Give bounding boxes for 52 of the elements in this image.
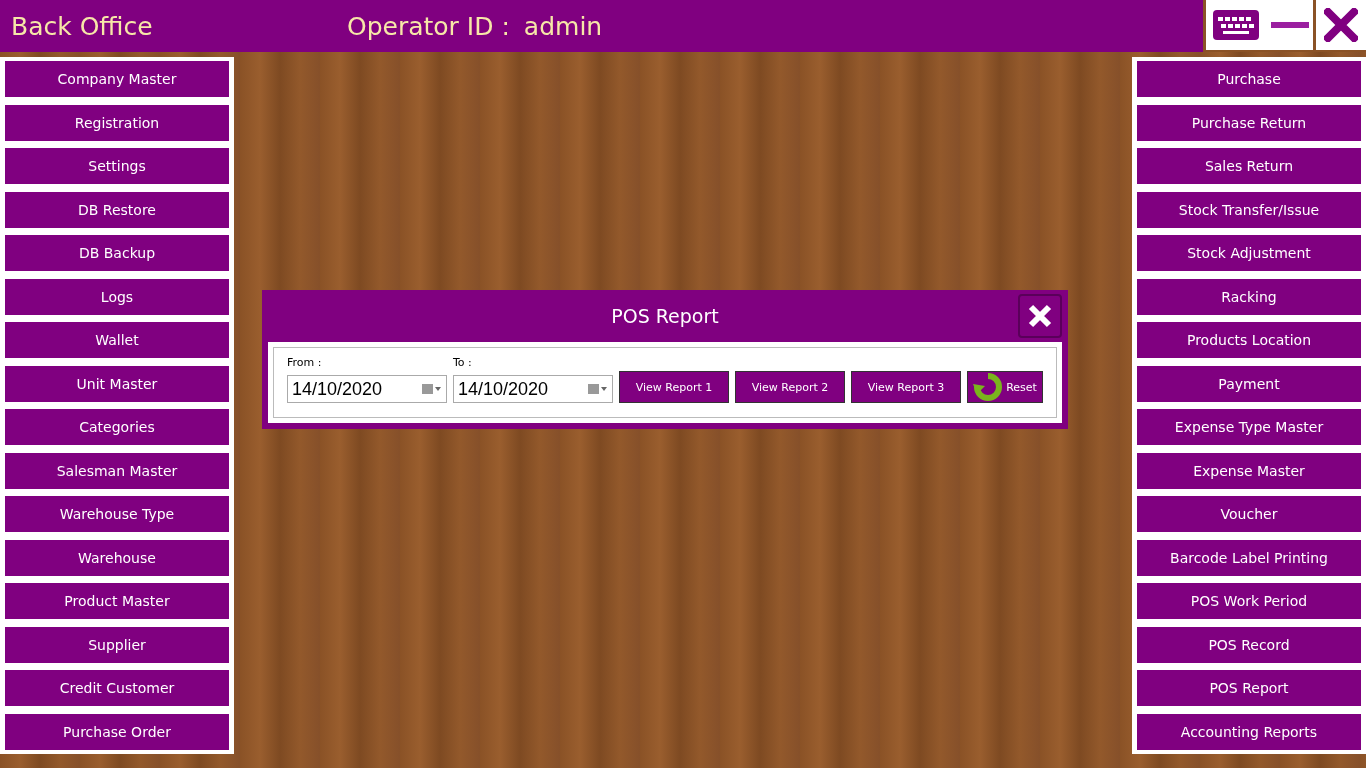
calendar-icon [422, 383, 442, 395]
menu-button[interactable]: POS Report [1137, 670, 1361, 707]
menu-button[interactable]: DB Backup [5, 235, 229, 272]
menu-button[interactable]: Categories [5, 409, 229, 446]
operator-label: Operator ID : [347, 11, 510, 41]
close-icon [1324, 8, 1358, 42]
menu-button[interactable]: Purchase Return [1137, 104, 1361, 141]
app-title: Back Office [11, 11, 154, 41]
menu-button[interactable]: POS Work Period [1137, 583, 1361, 620]
menu-button[interactable]: Settings [5, 148, 229, 185]
refresh-icon [973, 372, 1004, 402]
close-icon [1027, 303, 1053, 329]
menu-button[interactable]: Product Master [5, 583, 229, 620]
menu-button[interactable]: Supplier [5, 626, 229, 663]
menu-button[interactable]: Purchase Order [5, 713, 229, 750]
menu-button[interactable]: Barcode Label Printing [1137, 539, 1361, 576]
menu-button[interactable]: Stock Adjustment [1137, 235, 1361, 272]
menu-button[interactable]: Accounting Reports [1137, 713, 1361, 750]
menu-button[interactable]: Products Location [1137, 322, 1361, 359]
close-button[interactable] [1316, 0, 1366, 50]
menu-button[interactable]: Warehouse Type [5, 496, 229, 533]
menu-button[interactable]: Expense Master [1137, 452, 1361, 489]
menu-button[interactable]: Purchase [1137, 61, 1361, 97]
menu-button[interactable]: Warehouse [5, 539, 229, 576]
calendar-icon [588, 383, 608, 395]
menu-button[interactable]: Credit Customer [5, 670, 229, 707]
to-label: To : [453, 356, 473, 369]
operator-name: admin [523, 11, 603, 41]
view-report-button[interactable]: View Report 3 [851, 371, 961, 403]
reset-button[interactable]: Reset [967, 371, 1043, 403]
view-report-button[interactable]: View Report 2 [735, 371, 845, 403]
view-report-button[interactable]: View Report 1 [619, 371, 729, 403]
menu-button[interactable]: DB Restore [5, 191, 229, 228]
menu-button[interactable]: Racking [1137, 278, 1361, 315]
menu-button[interactable]: Stock Transfer/Issue [1137, 191, 1361, 228]
date-picker[interactable]: 14/10/2020 [453, 375, 613, 403]
menu-button[interactable]: Registration [5, 104, 229, 141]
menu-button[interactable]: Logs [5, 278, 229, 315]
close-button[interactable] [1018, 294, 1062, 338]
menu-button[interactable]: Wallet [5, 322, 229, 359]
menu-button[interactable]: POS Record [1137, 626, 1361, 663]
date-picker[interactable]: 14/10/2020 [287, 375, 447, 403]
keyboard-icon[interactable] [1213, 10, 1259, 40]
menu-button[interactable]: Company Master [5, 61, 229, 97]
from-label: From : [287, 356, 323, 369]
menu-button[interactable]: Voucher [1137, 496, 1361, 533]
menu-button[interactable]: Salesman Master [5, 452, 229, 489]
menu-button[interactable]: Sales Return [1137, 148, 1361, 185]
menu-button[interactable]: Payment [1137, 365, 1361, 402]
menu-button[interactable]: Expense Type Master [1137, 409, 1361, 446]
menu-button[interactable]: Unit Master [5, 365, 229, 402]
dialog-title: POS Report [611, 305, 719, 327]
